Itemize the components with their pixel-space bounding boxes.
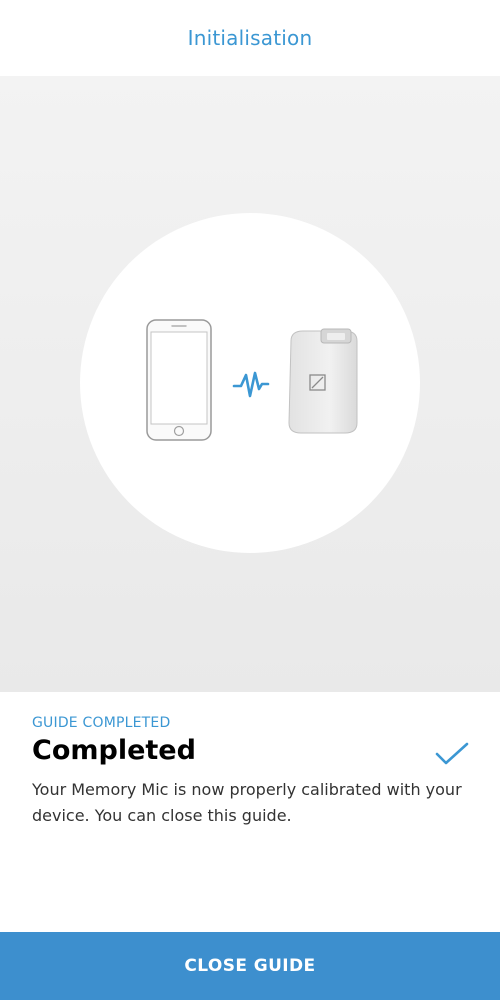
header-bar: Initialisation — [0, 0, 500, 76]
connection-zigzag-icon — [232, 371, 270, 398]
status-description: Your Memory Mic is now properly calibrat… — [32, 780, 462, 825]
close-guide-button[interactable]: CLOSE GUIDE — [0, 932, 500, 1000]
guide-screen: Initialisation GUIDE COMPLETED Completed… — [0, 0, 500, 1000]
status-kicker: GUIDE COMPLETED — [32, 715, 171, 731]
status-title: Completed — [32, 735, 196, 766]
memory-mic-device-icon — [288, 328, 358, 434]
smartphone-icon — [146, 319, 212, 441]
page-title: Initialisation — [187, 26, 313, 50]
checkmark-icon — [435, 742, 469, 765]
